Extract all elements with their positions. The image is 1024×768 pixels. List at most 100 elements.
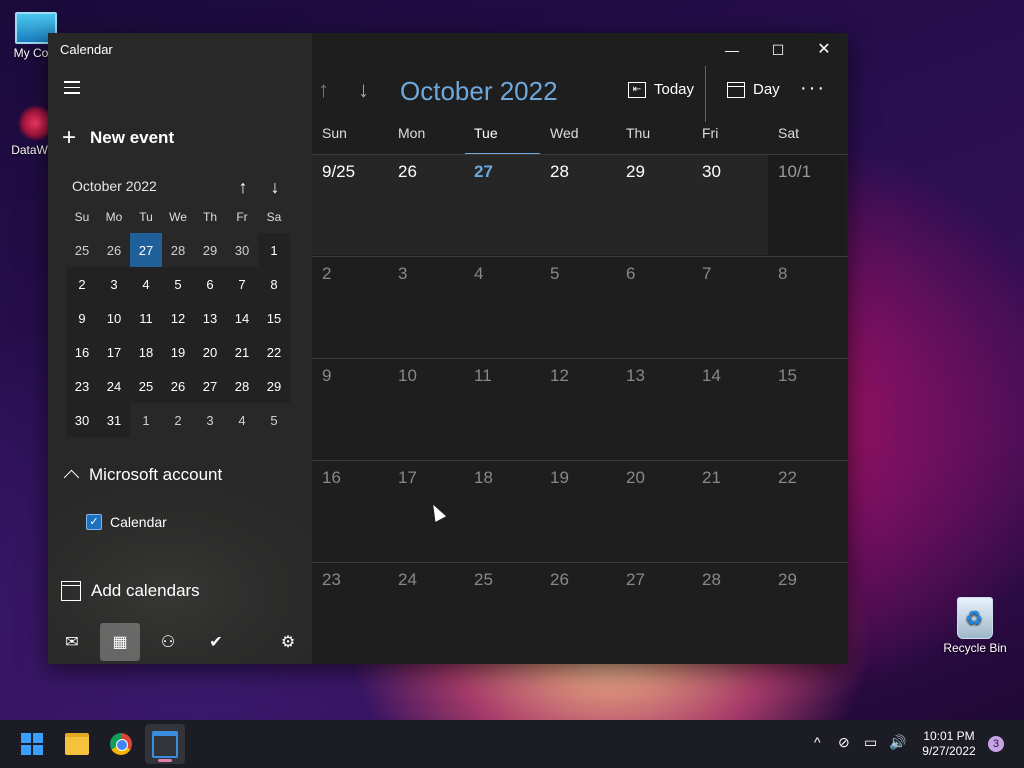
add-calendars-button[interactable]: Add calendars [61, 581, 200, 601]
mini-day[interactable]: 21 [226, 335, 258, 369]
mini-day[interactable]: 26 [98, 233, 130, 267]
day-cell[interactable]: 13 [616, 359, 692, 459]
day-cell[interactable]: 9 [312, 359, 388, 459]
mini-day[interactable]: 25 [66, 233, 98, 267]
mini-day[interactable]: 10 [98, 301, 130, 335]
day-cell[interactable]: 16 [312, 461, 388, 561]
mini-day[interactable]: 18 [130, 335, 162, 369]
next-month-arrow-icon[interactable]: ↓ [358, 77, 369, 103]
desktop-icon-recycle-bin[interactable]: ♻ Recycle Bin [940, 597, 1010, 655]
arrow-down-icon[interactable]: ↓ [263, 175, 287, 199]
day-cell[interactable]: 30 [692, 155, 768, 255]
new-event-button[interactable]: + New event [62, 123, 174, 153]
calendar-app-button[interactable] [145, 724, 185, 764]
file-explorer-button[interactable] [61, 728, 93, 760]
volume-icon[interactable]: 🔊 [889, 734, 906, 751]
day-cell[interactable]: 4 [464, 257, 540, 357]
mini-day[interactable]: 30 [226, 233, 258, 267]
settings-gear-icon[interactable]: ⚙ [268, 623, 308, 661]
show-hidden-icons-chevron-icon[interactable]: ^ [814, 734, 821, 750]
mini-day[interactable]: 4 [130, 267, 162, 301]
mini-day[interactable]: 2 [66, 267, 98, 301]
mini-day[interactable]: 23 [66, 369, 98, 403]
mini-day[interactable]: 25 [130, 369, 162, 403]
mini-day[interactable]: 16 [66, 335, 98, 369]
mini-day[interactable]: 31 [98, 403, 130, 437]
people-icon[interactable]: ⚇ [148, 623, 188, 661]
day-cell[interactable]: 12 [540, 359, 616, 459]
day-cell[interactable]: 28 [540, 155, 616, 255]
notification-badge[interactable]: 3 [988, 736, 1004, 752]
mini-day[interactable]: 29 [258, 369, 290, 403]
mini-day[interactable]: 20 [194, 335, 226, 369]
day-cell[interactable]: 17 [388, 461, 464, 561]
calendar-icon[interactable]: ▦ [100, 623, 140, 661]
mini-day[interactable]: 30 [66, 403, 98, 437]
mini-day[interactable]: 26 [162, 369, 194, 403]
day-cell[interactable]: 19 [540, 461, 616, 561]
mini-day[interactable]: 27 [194, 369, 226, 403]
maximize-button[interactable]: ☐ [755, 39, 801, 61]
microsoft-account-toggle[interactable]: Microsoft account [62, 465, 222, 486]
clock[interactable]: 10:01 PM 9/27/2022 [916, 729, 982, 759]
day-cell[interactable]: 7 [692, 257, 768, 357]
mini-day[interactable]: 1 [258, 233, 290, 267]
day-cell[interactable]: 27 [616, 563, 692, 663]
start-button[interactable] [16, 728, 48, 760]
day-cell[interactable]: 26 [388, 155, 464, 255]
chrome-button[interactable] [105, 728, 137, 760]
mini-day[interactable]: 17 [98, 335, 130, 369]
day-cell[interactable]: 10/1 [768, 155, 844, 255]
day-cell[interactable]: 20 [616, 461, 692, 561]
day-cell[interactable]: 25 [464, 563, 540, 663]
day-cell[interactable]: 10 [388, 359, 464, 459]
mini-calendar-month[interactable]: October 2022 [72, 178, 157, 194]
today-button[interactable]: ⇤ Today [628, 81, 694, 98]
mini-day[interactable]: 3 [98, 267, 130, 301]
day-cell[interactable]: 24 [388, 563, 464, 663]
display-icon[interactable]: ▭ [864, 734, 877, 751]
day-cell[interactable]: 21 [692, 461, 768, 561]
hamburger-menu-icon[interactable] [60, 77, 84, 101]
mini-day[interactable]: 13 [194, 301, 226, 335]
network-disconnected-icon[interactable]: ⊘ [838, 734, 850, 751]
calendar-visibility-item[interactable]: ✓ Calendar [86, 514, 167, 530]
calendar-checkbox[interactable]: ✓ [86, 514, 102, 530]
mini-day[interactable]: 11 [130, 301, 162, 335]
day-cell[interactable]: 9/25 [312, 155, 388, 255]
arrow-up-icon[interactable]: ↑ [231, 175, 255, 199]
mini-day[interactable]: 15 [258, 301, 290, 335]
mini-day[interactable]: 12 [162, 301, 194, 335]
mini-day[interactable]: 22 [258, 335, 290, 369]
day-cell[interactable]: 2 [312, 257, 388, 357]
close-button[interactable]: ✕ [801, 39, 847, 61]
view-switch-day-button[interactable]: Day [727, 81, 780, 98]
mini-day[interactable]: 5 [258, 403, 290, 437]
todo-icon[interactable]: ✔ [196, 623, 236, 661]
mini-day[interactable]: 3 [194, 403, 226, 437]
day-cell[interactable]: 23 [312, 563, 388, 663]
day-cell[interactable]: 14 [692, 359, 768, 459]
day-cell[interactable]: 11 [464, 359, 540, 459]
mini-day[interactable]: 2 [162, 403, 194, 437]
mini-day[interactable]: 7 [226, 267, 258, 301]
mini-day[interactable]: 28 [162, 233, 194, 267]
mini-day[interactable]: 1 [130, 403, 162, 437]
day-cell[interactable]: 29 [616, 155, 692, 255]
mini-day[interactable]: 14 [226, 301, 258, 335]
mini-day[interactable]: 19 [162, 335, 194, 369]
day-cell[interactable]: 5 [540, 257, 616, 357]
more-options-icon[interactable]: ··· [800, 77, 826, 100]
day-cell[interactable]: 28 [692, 563, 768, 663]
mini-day[interactable]: 29 [194, 233, 226, 267]
mail-icon[interactable]: ✉ [52, 623, 92, 661]
day-cell[interactable]: 26 [540, 563, 616, 663]
mini-day-today[interactable]: 27 [130, 233, 162, 267]
day-cell-today[interactable]: 27 [464, 155, 540, 255]
day-cell[interactable]: 15 [768, 359, 844, 459]
day-cell[interactable]: 29 [768, 563, 844, 663]
mini-day[interactable]: 24 [98, 369, 130, 403]
day-cell[interactable]: 18 [464, 461, 540, 561]
mini-day[interactable]: 6 [194, 267, 226, 301]
minimize-button[interactable]: — [709, 39, 755, 61]
